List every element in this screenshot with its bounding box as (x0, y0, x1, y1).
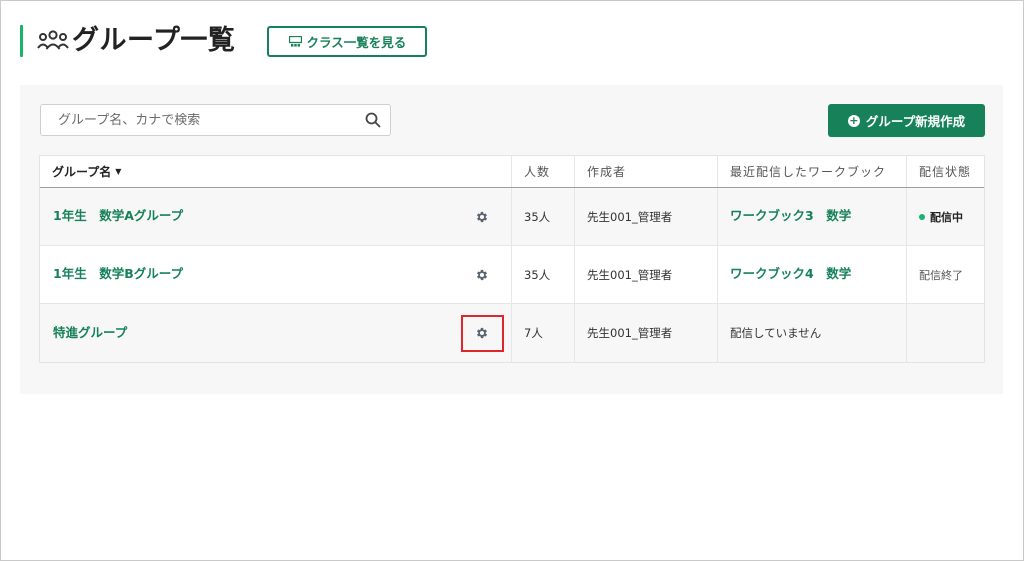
search-icon[interactable] (365, 112, 381, 132)
plus-circle-icon: + (847, 113, 860, 127)
members-cell: 7人 (512, 304, 575, 362)
classroom-icon (288, 35, 302, 47)
column-header-group-name[interactable]: グループ名 ▼ (40, 156, 512, 187)
create-group-label: グループ新規作成 (865, 114, 966, 129)
gear-icon[interactable] (475, 268, 489, 282)
status-badge: 配信終了 (919, 268, 963, 282)
column-header-recent-workbook: 最近配信したワークブック (718, 156, 907, 187)
creator-cell: 先生001_管理者 (575, 188, 718, 245)
view-classes-label: クラス一覧を見る (306, 34, 407, 50)
gear-icon[interactable] (475, 210, 489, 224)
search-input[interactable] (41, 112, 351, 128)
workbook-cell: 配信していません (718, 304, 907, 362)
page-title: グループ一覧 (72, 25, 236, 56)
members-cell: 35人 (512, 188, 575, 245)
table-row: 特進グループ 7人 先生001_管理者 配信していません (40, 304, 984, 362)
workbook-cell: ワークブック4 数学 (718, 246, 907, 303)
group-table: グループ名 ▼ 人数 作成者 最近配信したワークブック 配信状態 1年生 数学A… (39, 155, 985, 363)
group-name-cell: 1年生 数学Bグループ (40, 246, 512, 303)
status-cell (907, 304, 984, 362)
column-header-status: 配信状態 (919, 165, 972, 179)
column-header-label: グループ名 (52, 165, 112, 179)
status-dot-icon (919, 213, 925, 220)
people-group-icon (37, 28, 69, 54)
column-header-members: 人数 (512, 156, 575, 187)
table-header: グループ名 ▼ 人数 作成者 最近配信したワークブック 配信状態 (40, 156, 984, 188)
table-row: 1年生 数学Aグループ 35人 先生001_管理者 ワークブック3 数学 配信中 (40, 188, 984, 246)
title-accent-bar (20, 25, 23, 57)
creator-cell: 先生001_管理者 (575, 304, 718, 362)
group-name-link[interactable]: 特進グループ (53, 322, 127, 341)
group-name-cell: 特進グループ (40, 304, 512, 362)
create-group-button[interactable]: + グループ新規作成 (828, 104, 985, 137)
status-badge: 配信中 (930, 210, 963, 224)
group-name-cell: 1年生 数学Aグループ (40, 188, 512, 245)
workbook-cell: ワークブック3 数学 (718, 188, 907, 245)
status-cell: 配信終了 (907, 246, 984, 303)
table-row: 1年生 数学Bグループ 35人 先生001_管理者 ワークブック4 数学 配信終… (40, 246, 984, 304)
workbook-link[interactable]: ワークブック4 数学 (730, 263, 851, 282)
status-cell: 配信中 (907, 188, 984, 245)
members-cell: 35人 (512, 246, 575, 303)
view-classes-button[interactable]: クラス一覧を見る (267, 25, 428, 57)
caret-down-icon: ▼ (115, 167, 122, 176)
column-header-creator: 作成者 (575, 156, 718, 187)
page-header: グループ一覧 クラス一覧を見る (20, 24, 428, 58)
workbook-link[interactable]: ワークブック3 数学 (730, 205, 851, 224)
group-name-link[interactable]: 1年生 数学Aグループ (53, 205, 183, 224)
creator-cell: 先生001_管理者 (575, 246, 718, 303)
gear-icon[interactable] (475, 326, 489, 340)
group-name-link[interactable]: 1年生 数学Bグループ (53, 263, 183, 282)
content-panel: + グループ新規作成 グループ名 ▼ 人数 作成者 最近配信したワークブック 配… (20, 85, 1003, 394)
search-box (40, 104, 391, 136)
